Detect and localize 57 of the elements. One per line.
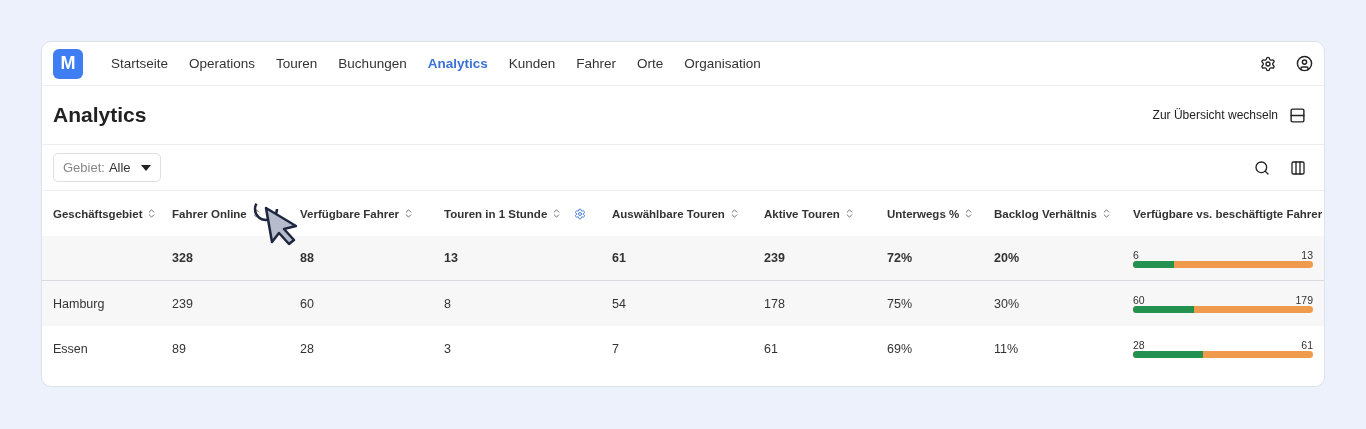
nav-tab[interactable]: Operations [189, 56, 256, 71]
table-cell-text: 69% [887, 341, 914, 356]
table-cell-text: 60 [300, 296, 315, 311]
column-header[interactable]: Verfügbare Fahrer [300, 207, 400, 220]
table-cell-text: 8 [444, 296, 452, 311]
nav-tab[interactable]: Analytics [427, 56, 488, 71]
table-cell-text: 61 [764, 341, 779, 356]
columns-icon[interactable] [1290, 159, 1306, 176]
table-cell-text: 3 [444, 341, 452, 356]
caret-icon [140, 164, 151, 171]
table-cell-text: 11% [994, 341, 1020, 356]
table-cell-text: 328 [172, 251, 194, 265]
app-logo[interactable]: M [53, 48, 83, 79]
table-cell-text: 239 [764, 251, 786, 265]
table-cell-text: Essen [53, 341, 89, 356]
available-count: 60 [1133, 294, 1145, 306]
available-count: 6 [1133, 248, 1139, 261]
busy-count: 61 [1301, 339, 1313, 351]
column-header[interactable]: Unterwegs % [887, 207, 960, 220]
column-header[interactable]: Touren in 1 Stunde [444, 207, 548, 220]
nav-tab[interactable]: Fahrer [576, 56, 616, 71]
table-cell-text: 30% [994, 296, 1021, 311]
column-header[interactable]: Auswählbare Touren [612, 207, 725, 220]
column-header[interactable]: Backlog Verhältnis [994, 207, 1097, 220]
table-cell-text: 20% [994, 251, 1021, 265]
nav-tab[interactable]: Kunden [508, 56, 556, 71]
table-cell-text: 239 [172, 296, 194, 311]
column-header[interactable]: Aktive Touren [764, 207, 840, 220]
column-header[interactable]: Geschäftsgebiet [53, 207, 143, 220]
busy-count: 179 [1295, 294, 1313, 306]
table-cell-text: 7 [612, 341, 620, 356]
table-cell-text: 61 [612, 251, 627, 265]
page-title: Analytics [53, 103, 147, 127]
column-header[interactable]: Fahrer Online [172, 207, 247, 220]
area-filter[interactable]: Gebiet: Alle [53, 153, 161, 182]
busy-count: 13 [1301, 248, 1313, 261]
table-cell-text: 28 [300, 341, 315, 356]
settings-icon[interactable] [1260, 55, 1276, 72]
table-cell-text: 13 [444, 251, 459, 265]
nav-tab[interactable]: Startseite [111, 56, 169, 71]
user-icon[interactable] [1296, 55, 1313, 72]
nav-tab[interactable]: Organisation [684, 56, 761, 71]
table-cell-text: 72% [887, 251, 914, 265]
table-cell-text: 54 [612, 296, 627, 311]
search-icon[interactable] [1254, 159, 1270, 176]
table-cell-text: 89 [172, 341, 187, 356]
table-cell-text: 178 [764, 296, 786, 311]
column-header[interactable]: Verfügbare vs. beschäftigte Fahrer [1133, 207, 1323, 220]
rows-icon[interactable] [1289, 106, 1306, 124]
switch-view-link[interactable]: Zur Übersicht wechseln [1152, 108, 1278, 122]
nav-tab[interactable]: Buchungen [338, 56, 407, 71]
table-cell-text: 75% [887, 296, 914, 311]
nav-tab[interactable]: Touren [276, 56, 318, 71]
table-cell-text: Hamburg [53, 296, 106, 311]
available-count: 28 [1133, 339, 1145, 351]
nav-tab[interactable]: Orte [637, 56, 664, 71]
table-cell-text: 88 [300, 251, 315, 265]
